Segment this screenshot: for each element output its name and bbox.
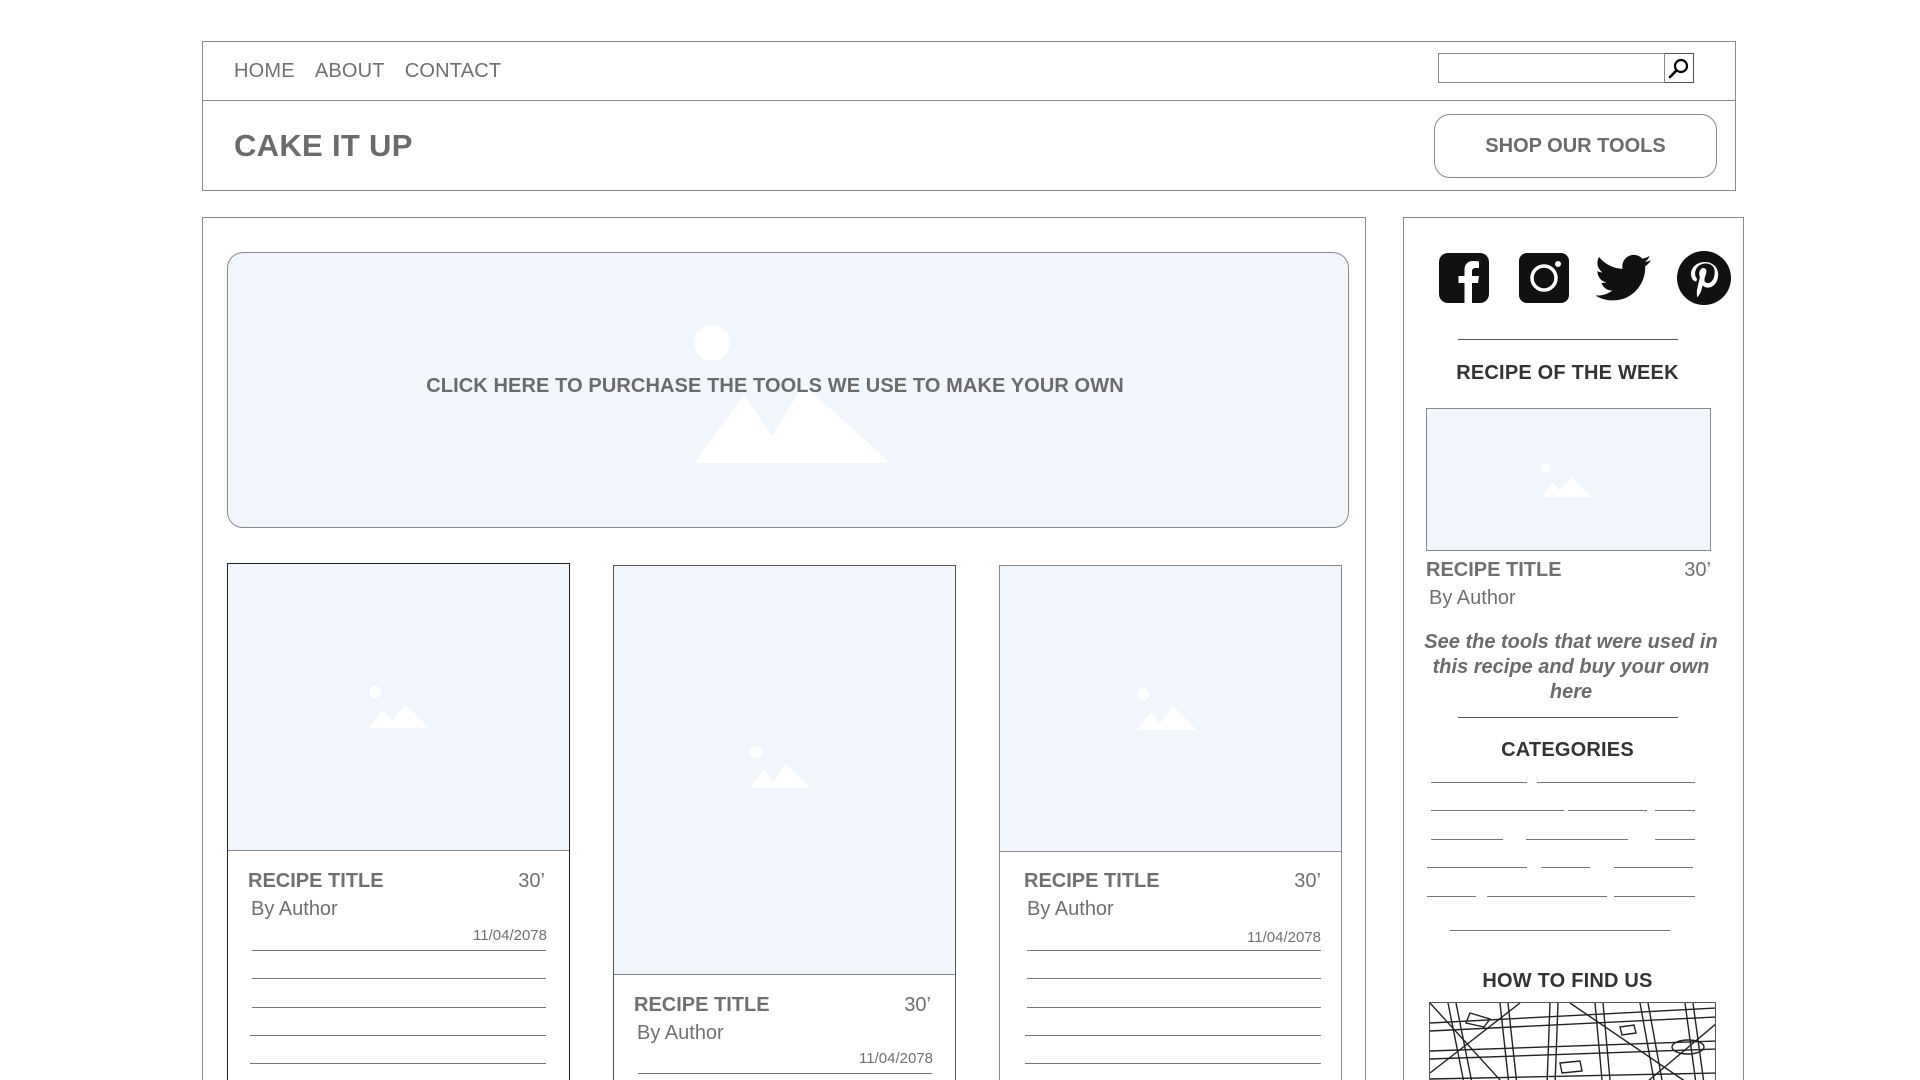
map-icon <box>1430 1003 1715 1080</box>
twitter-icon[interactable] <box>1584 249 1664 307</box>
site-logo-text[interactable]: CAKE IT UP <box>234 128 413 164</box>
text-line <box>252 1007 546 1008</box>
category-link[interactable] <box>1537 782 1695 783</box>
text-line <box>1027 978 1321 979</box>
category-link[interactable] <box>1614 896 1695 897</box>
category-link[interactable] <box>1614 867 1693 868</box>
text-line <box>1025 1035 1321 1036</box>
recipe-author: By Author <box>251 898 338 920</box>
recipe-title: RECIPE TITLE <box>248 870 384 892</box>
category-link[interactable] <box>1526 839 1628 840</box>
find-us-heading: HOW TO FIND US <box>1482 970 1653 992</box>
tools-link-text[interactable]: See the tools that were used in this rec… <box>1416 630 1726 705</box>
shop-tools-button[interactable]: SHOP OUR TOOLS <box>1434 114 1717 178</box>
categories-heading: CATEGORIES <box>1501 739 1634 761</box>
recipe-time: 30’ <box>1684 559 1711 581</box>
hero-text: CLICK HERE TO PURCHASE THE TOOLS WE USE … <box>426 375 1124 397</box>
recipe-author: By Author <box>1027 898 1114 920</box>
categories-list <box>1404 781 1743 921</box>
site-header: HOME ABOUT CONTACT CAKE IT UP SHOP OUR T… <box>202 41 1736 191</box>
recipe-of-week-image[interactable] <box>1426 408 1711 551</box>
top-nav: HOME ABOUT CONTACT <box>203 42 1735 101</box>
text-line <box>1025 1063 1321 1064</box>
recipe-title: RECIPE TITLE <box>1024 870 1160 892</box>
category-link[interactable] <box>1487 896 1607 897</box>
recipe-time: 30’ <box>518 870 545 892</box>
recipe-date: 11/04/2078 <box>473 927 547 944</box>
recipe-date: 11/04/2078 <box>859 1050 933 1067</box>
divider <box>1458 717 1678 718</box>
search-box <box>1438 53 1694 83</box>
recipe-of-week-heading: RECIPE OF THE WEEK <box>1456 362 1679 384</box>
text-line <box>250 1035 546 1036</box>
recipe-author: By Author <box>1429 587 1516 609</box>
divider <box>1458 339 1678 340</box>
recipe-time: 30’ <box>904 994 931 1016</box>
search-input[interactable] <box>1438 53 1665 83</box>
divider <box>1450 930 1670 931</box>
pinterest-icon[interactable] <box>1664 249 1744 307</box>
category-link[interactable] <box>1431 782 1527 783</box>
nav-link-about[interactable]: ABOUT <box>315 60 385 83</box>
image-placeholder-icon <box>369 686 429 728</box>
recipe-card-2[interactable]: RECIPE TITLE 30’ By Author 11/04/2078 <box>613 565 956 1080</box>
social-links <box>1424 249 1744 307</box>
category-link[interactable] <box>1431 839 1503 840</box>
text-line <box>1027 1007 1321 1008</box>
hero-banner[interactable]: CLICK HERE TO PURCHASE THE TOOLS WE USE … <box>227 252 1349 528</box>
category-link[interactable] <box>1427 867 1527 868</box>
text-line <box>250 1063 546 1064</box>
recipe-title[interactable]: RECIPE TITLE <box>1426 559 1562 582</box>
recipe-time: 30’ <box>1294 870 1321 892</box>
search-button[interactable] <box>1665 53 1694 83</box>
category-link[interactable] <box>1431 810 1564 811</box>
category-link[interactable] <box>1541 867 1590 868</box>
image-placeholder-icon <box>1137 688 1197 730</box>
recipe-image <box>1000 566 1341 852</box>
nav-links: HOME ABOUT CONTACT <box>234 60 501 83</box>
category-link[interactable] <box>1568 810 1647 811</box>
main-content: CLICK HERE TO PURCHASE THE TOOLS WE USE … <box>202 217 1366 1080</box>
facebook-icon[interactable] <box>1424 249 1504 307</box>
category-link[interactable] <box>1427 896 1476 897</box>
text-line <box>252 978 546 979</box>
recipe-image <box>228 564 569 851</box>
category-link[interactable] <box>1655 839 1695 840</box>
recipe-author: By Author <box>637 1022 724 1044</box>
location-map[interactable] <box>1429 1002 1716 1080</box>
recipe-title: RECIPE TITLE <box>634 994 770 1016</box>
instagram-icon[interactable] <box>1504 249 1584 307</box>
text-line <box>638 1073 932 1074</box>
recipe-card-3[interactable]: RECIPE TITLE 30’ By Author 11/04/2078 <box>999 565 1342 1080</box>
category-link[interactable] <box>1655 810 1695 811</box>
nav-link-home[interactable]: HOME <box>234 60 295 83</box>
nav-link-contact[interactable]: CONTACT <box>405 60 502 83</box>
image-placeholder-icon <box>1541 463 1591 497</box>
sidebar: RECIPE OF THE WEEK RECIPE TITLE 30’ By A… <box>1403 217 1744 1080</box>
text-line <box>1027 950 1321 951</box>
recipe-card-1[interactable]: RECIPE TITLE 30’ By Author 11/04/2078 <box>227 563 570 1080</box>
image-placeholder-icon <box>750 746 810 788</box>
recipe-image <box>614 566 955 975</box>
text-line <box>252 950 546 951</box>
recipe-date: 11/04/2078 <box>1247 929 1321 946</box>
search-icon <box>1668 58 1689 79</box>
